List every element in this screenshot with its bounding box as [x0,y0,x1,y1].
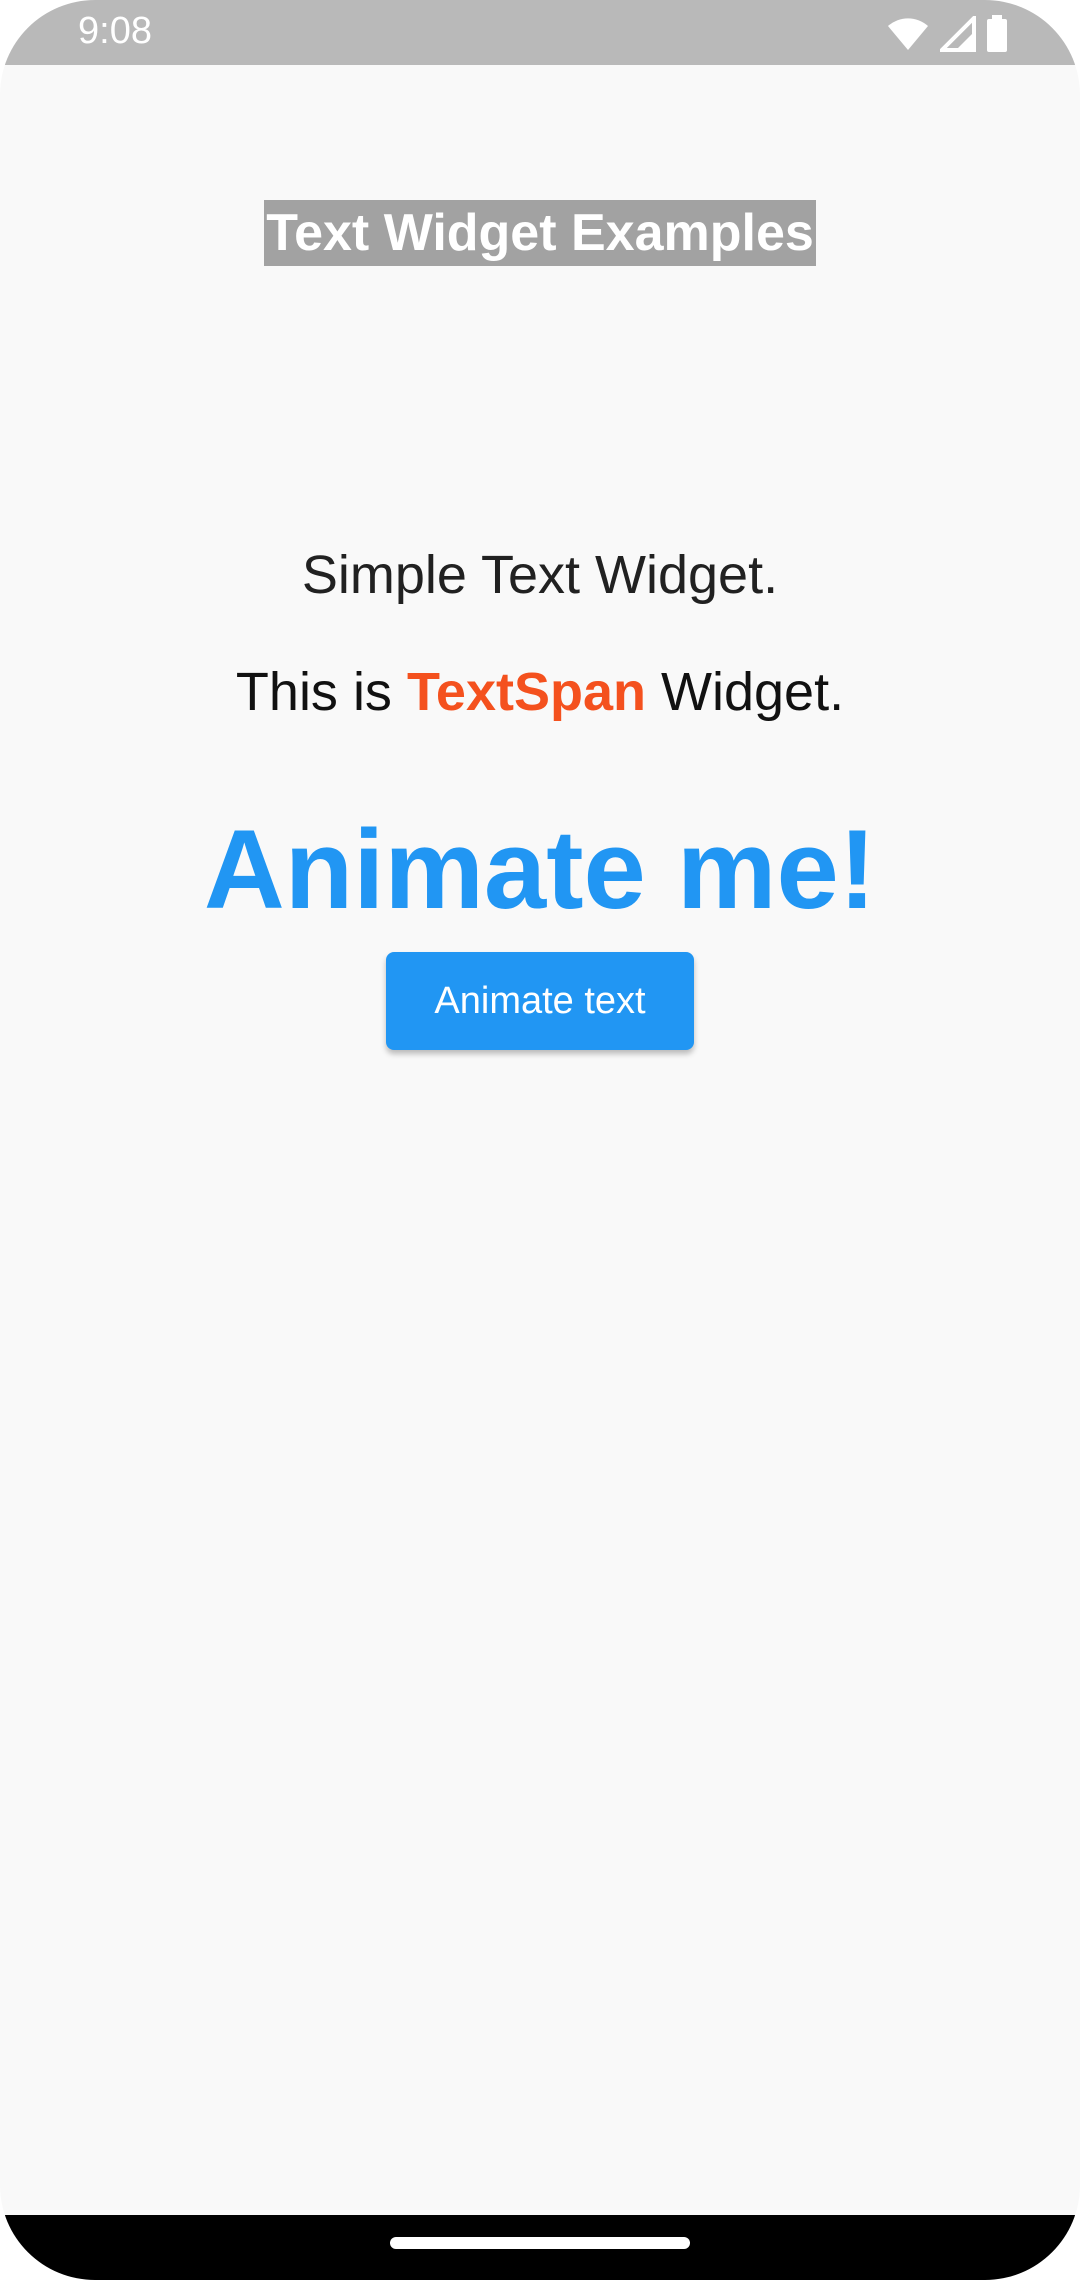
status-time: 9:08 [78,10,152,52]
page-title: Text Widget Examples [264,200,816,266]
home-indicator[interactable] [390,2237,690,2249]
textspan-prefix: This is [235,662,407,722]
textspan-highlight: TextSpan [406,662,646,722]
status-bar: 9:08 [0,0,1080,65]
status-icons [886,14,1008,54]
title-container: Text Widget Examples [0,200,1080,266]
wifi-icon [886,16,930,52]
textspan-widget: This is TextSpan Widget. [0,657,1080,727]
navigation-bar [0,2215,1080,2280]
cellular-signal-icon [940,16,976,52]
animated-text: Animate me! [203,807,877,932]
simple-text-widget: Simple Text Widget. [301,545,779,605]
textspan-suffix: Widget. [646,662,845,722]
animate-text-button[interactable]: Animate text [386,952,694,1050]
battery-icon [986,15,1008,53]
device-screen: 9:08 Text Widget Examples Simple Text Wi… [0,0,1080,2280]
